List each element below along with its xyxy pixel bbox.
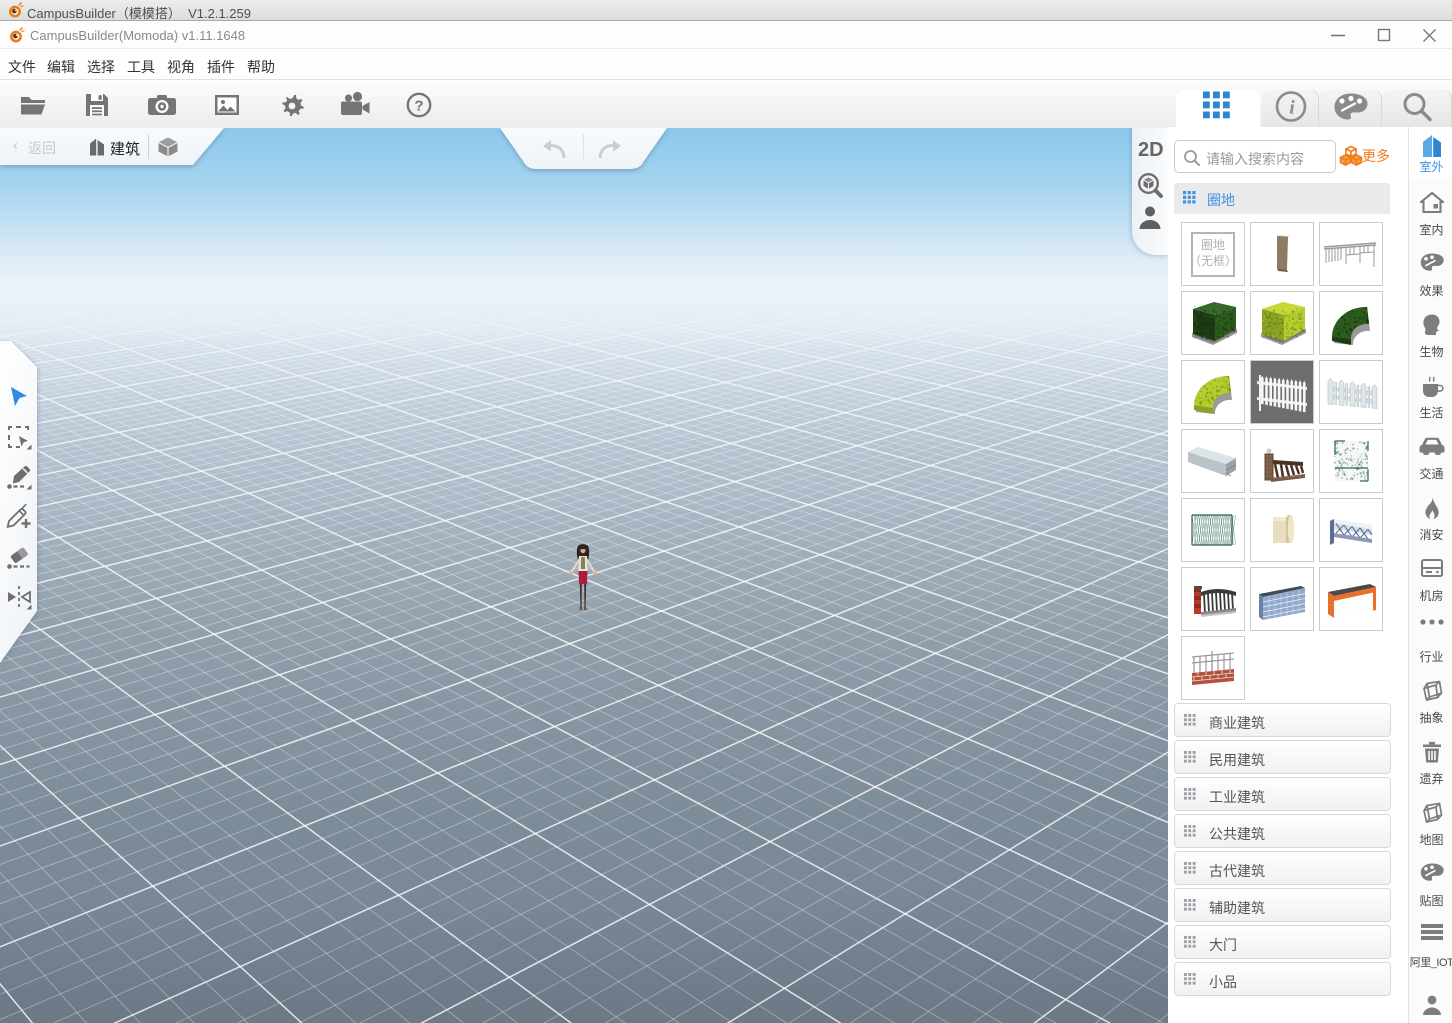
svg-text:?: ? xyxy=(414,98,423,115)
svg-text:i: i xyxy=(1289,97,1295,118)
